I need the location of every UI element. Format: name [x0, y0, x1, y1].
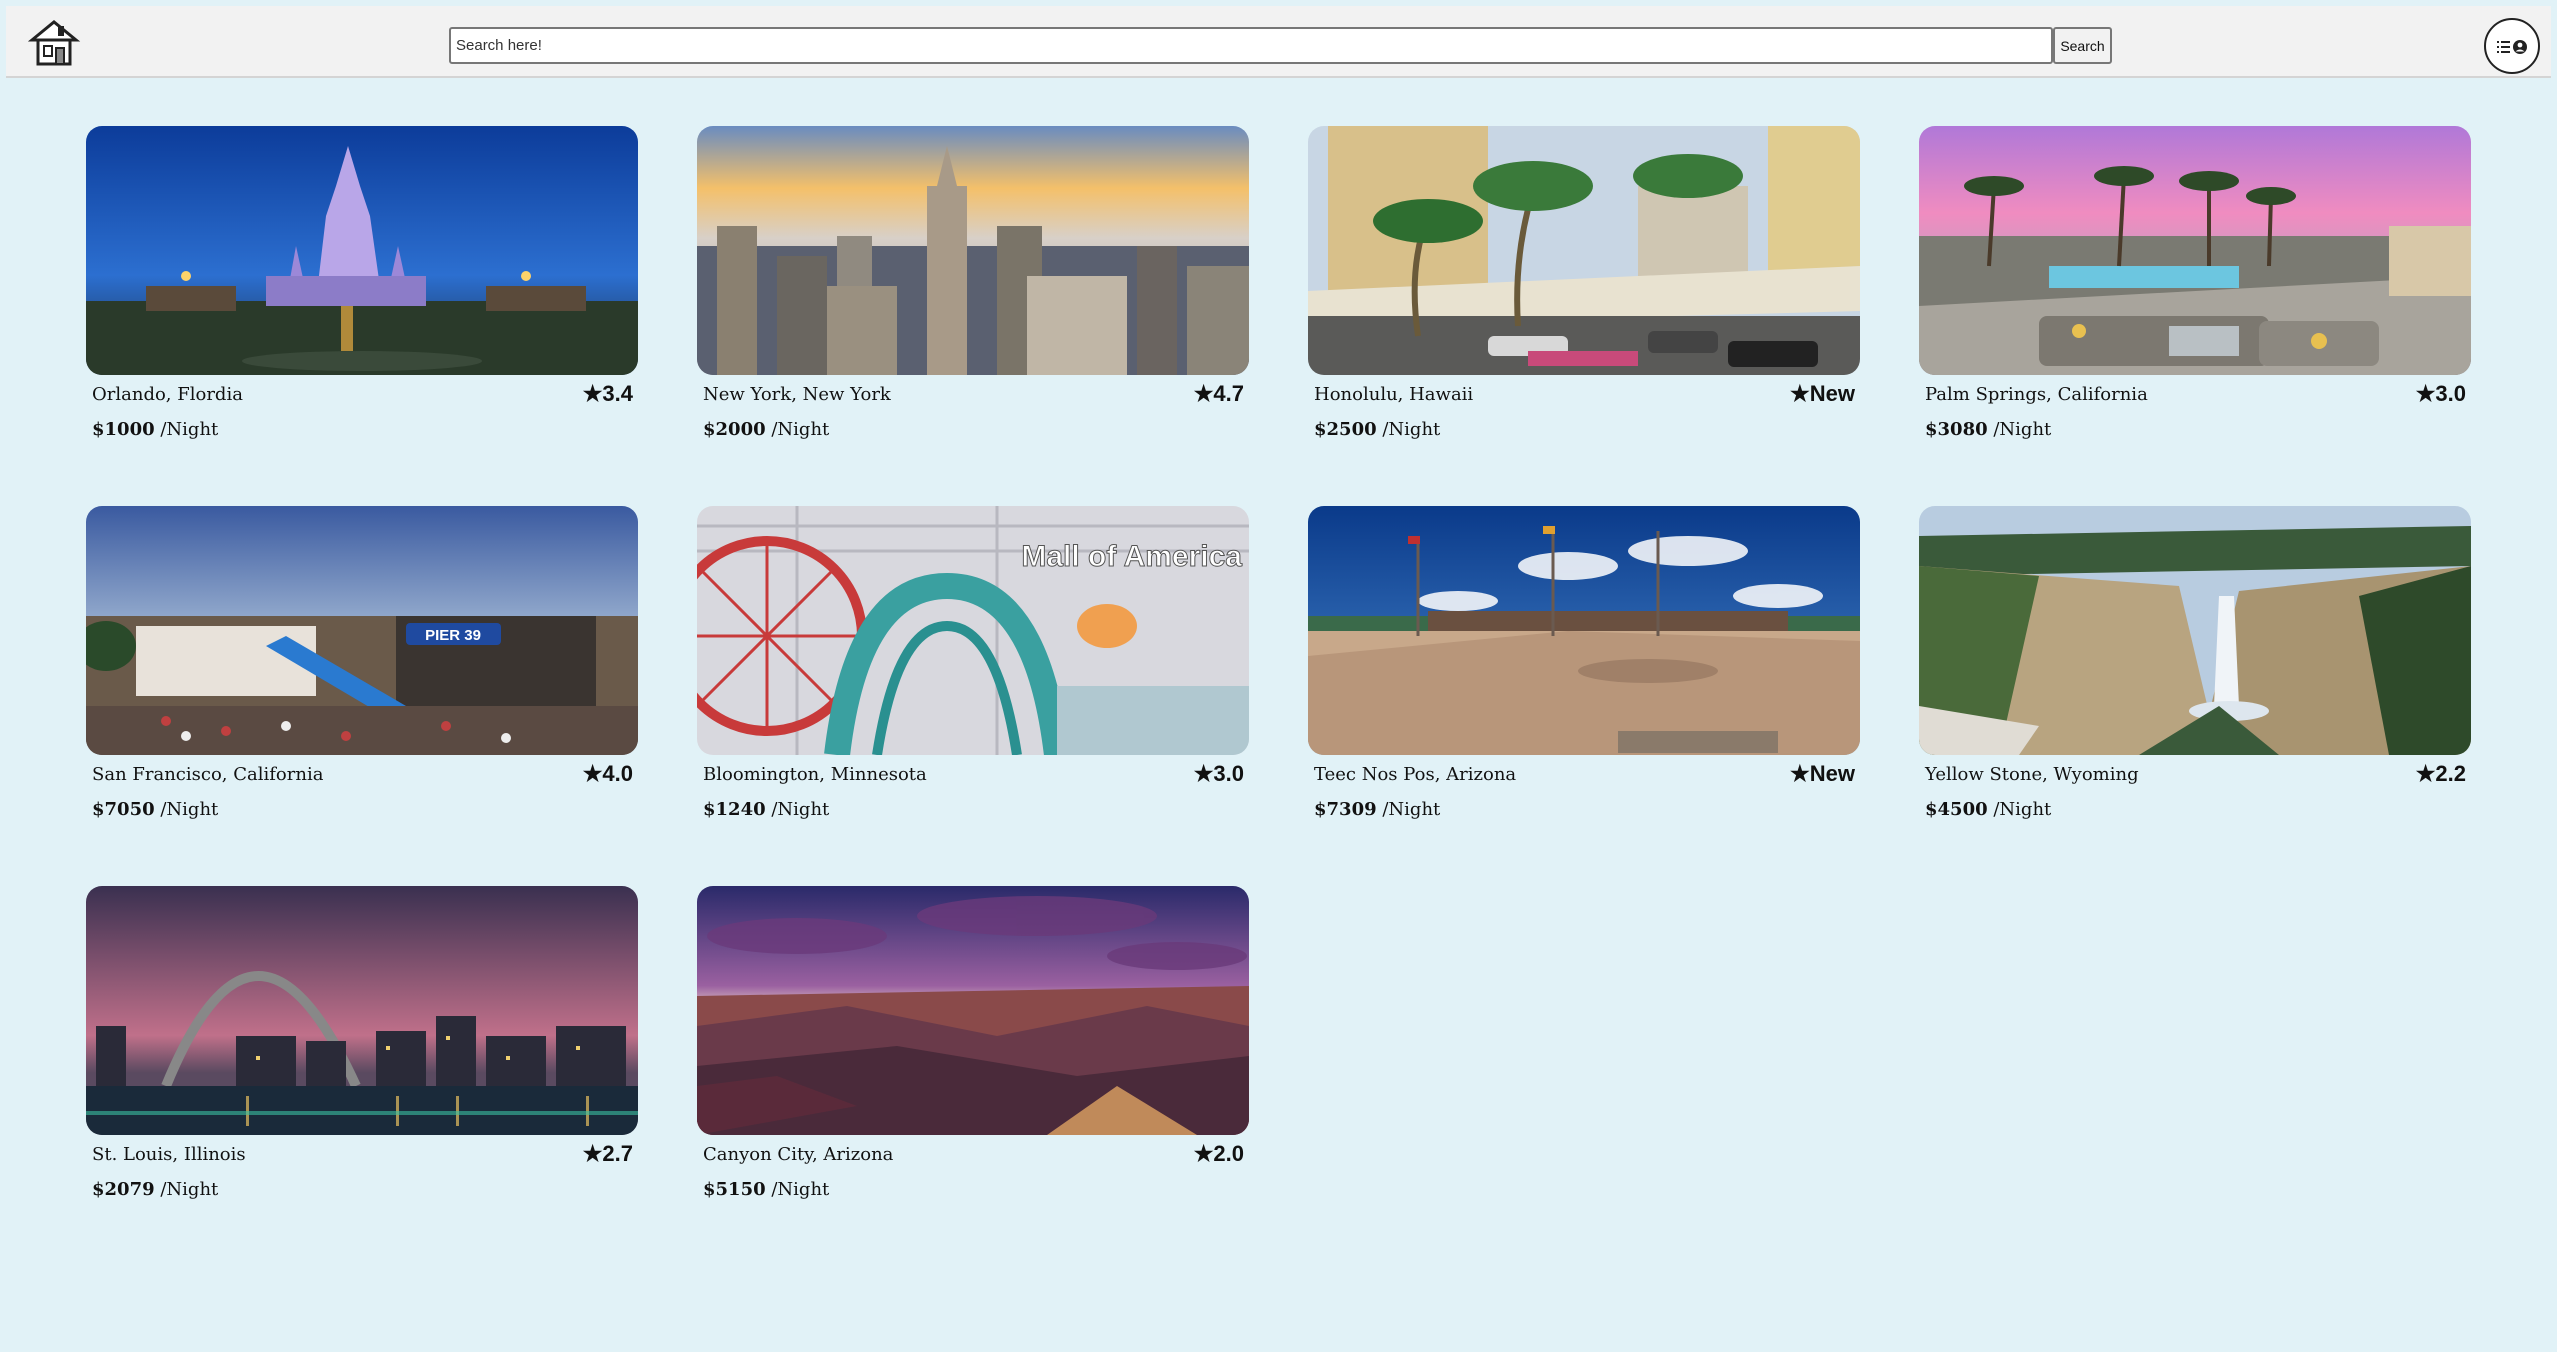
listing-location: Yellow Stone, Wyoming — [1925, 764, 2139, 785]
listing-price: $3080 /Night — [1925, 419, 2051, 440]
listing-card[interactable]: Orlando, Flordia ★3.4 $1000 /Night — [86, 126, 638, 456]
listing-location: St. Louis, Illinois — [92, 1144, 246, 1165]
listing-rating: ★3.0 — [2415, 381, 2466, 406]
price-amount: $2500 — [1314, 419, 1377, 440]
listing-location: Canyon City, Arizona — [703, 1144, 894, 1165]
price-amount: $1000 — [92, 419, 155, 440]
price-amount: $3080 — [1925, 419, 1988, 440]
listing-price: $2500 /Night — [1314, 419, 1440, 440]
top-navigation-bar: Search — [6, 6, 2551, 78]
listing-rating: ★2.7 — [582, 1141, 633, 1166]
listing-price: $7309 /Night — [1314, 799, 1440, 820]
listing-price: $7050 /Night — [92, 799, 218, 820]
listing-price: $1240 /Night — [703, 799, 829, 820]
listing-rating: ★3.4 — [582, 381, 633, 406]
search-input[interactable] — [449, 27, 2053, 64]
listing-photo[interactable] — [86, 886, 638, 1135]
listing-price: $4500 /Night — [1925, 799, 2051, 820]
price-unit: /Night — [154, 419, 219, 440]
listing-photo[interactable]: Mall of America — [697, 506, 1249, 755]
listing-rating: ★4.0 — [582, 761, 633, 786]
price-amount: $7050 — [92, 799, 155, 820]
price-unit: /Night — [154, 799, 219, 820]
listing-card[interactable]: Palm Springs, California ★3.0 $3080 /Nig… — [1919, 126, 2471, 456]
listing-location: New York, New York — [703, 384, 891, 405]
listing-rating: ★4.7 — [1193, 381, 1244, 406]
listing-rating: ★3.0 — [1193, 761, 1244, 786]
listing-card[interactable]: Teec Nos Pos, Arizona ★New $7309 /Night — [1308, 506, 1860, 836]
price-unit: /Night — [765, 1179, 830, 1200]
listing-location: Palm Springs, California — [1925, 384, 2148, 405]
listing-photo[interactable] — [697, 126, 1249, 375]
listing-location: Bloomington, Minnesota — [703, 764, 927, 785]
listing-card[interactable]: Canyon City, Arizona ★2.0 $5150 /Night — [697, 886, 1249, 1216]
price-unit: /Night — [1987, 799, 2052, 820]
pier-sign-text: PIER 39 — [425, 627, 481, 644]
listing-price: $2000 /Night — [703, 419, 829, 440]
mall-sign-text: Mall of America — [1021, 540, 1242, 573]
listing-photo[interactable] — [697, 886, 1249, 1135]
listing-photo[interactable]: PIER 39 — [86, 506, 638, 755]
listing-rating: ★2.0 — [1193, 1141, 1244, 1166]
listing-location: San Francisco, California — [92, 764, 324, 785]
price-unit: /Night — [1376, 799, 1441, 820]
price-amount: $1240 — [703, 799, 766, 820]
listing-price: $2079 /Night — [92, 1179, 218, 1200]
price-amount: $7309 — [1314, 799, 1377, 820]
listing-card[interactable]: St. Louis, Illinois ★2.7 $2079 /Night — [86, 886, 638, 1216]
price-amount: $5150 — [703, 1179, 766, 1200]
menu-user-icon — [2497, 40, 2527, 54]
price-unit: /Night — [1376, 419, 1441, 440]
listing-card[interactable]: Yellow Stone, Wyoming ★2.2 $4500 /Night — [1919, 506, 2471, 836]
listing-card[interactable]: PIER 39 San Francisco, California ★4.0 $… — [86, 506, 638, 836]
listing-location: Orlando, Flordia — [92, 384, 243, 405]
listing-photo[interactable] — [1308, 506, 1860, 755]
price-unit: /Night — [765, 419, 830, 440]
listing-photo[interactable] — [1919, 126, 2471, 375]
listing-card[interactable]: Honolulu, Hawaii ★New $2500 /Night — [1308, 126, 1860, 456]
listing-card[interactable]: New York, New York ★4.7 $2000 /Night — [697, 126, 1249, 456]
listing-photo[interactable] — [86, 126, 638, 375]
price-amount: $2079 — [92, 1179, 155, 1200]
listing-card[interactable]: Mall of America Bloomington, Minnesota ★… — [697, 506, 1249, 836]
menu-user-button[interactable] — [2484, 18, 2540, 74]
listing-rating: ★2.2 — [2415, 761, 2466, 786]
listing-price: $1000 /Night — [92, 419, 218, 440]
house-logo-icon[interactable] — [27, 18, 82, 68]
listing-photo[interactable] — [1919, 506, 2471, 755]
price-unit: /Night — [154, 1179, 219, 1200]
listing-location: Honolulu, Hawaii — [1314, 384, 1474, 405]
listing-price: $5150 /Night — [703, 1179, 829, 1200]
listing-rating: ★New — [1790, 381, 1855, 406]
search-button[interactable]: Search — [2053, 27, 2112, 64]
listing-location: Teec Nos Pos, Arizona — [1314, 764, 1517, 785]
price-amount: $2000 — [703, 419, 766, 440]
price-unit: /Night — [765, 799, 830, 820]
price-unit: /Night — [1987, 419, 2052, 440]
listing-photo[interactable] — [1308, 126, 1860, 375]
listing-rating: ★New — [1790, 761, 1855, 786]
price-amount: $4500 — [1925, 799, 1988, 820]
